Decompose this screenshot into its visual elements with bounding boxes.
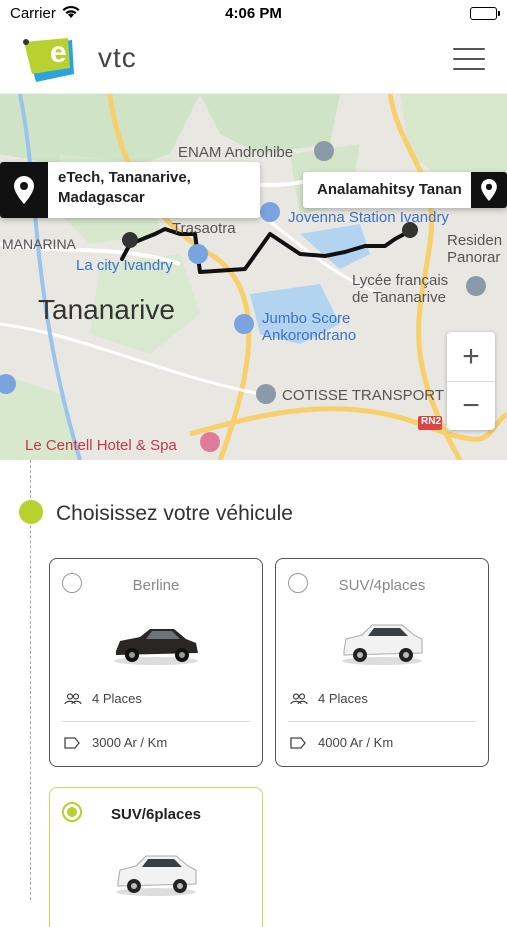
users-icon [64,692,84,705]
price-tag-icon [64,736,84,749]
vehicle-selection-section: Choisissez votre véhicule Berline 4 Plac… [0,460,507,927]
card-divider [62,721,250,722]
map-label-lycee-2: de Tananarive [352,289,446,306]
origin-marker-card[interactable]: eTech, Tananarive, Madagascar [0,162,260,218]
location-pin-icon [0,162,48,218]
vehicle-name: Berline [132,577,180,594]
price-row: 4000 Ar / Km [290,735,393,750]
vehicle-card-suv6[interactable]: SUV/6places [49,787,263,927]
location-pin-icon [471,172,507,208]
status-bar: Carrier 4:06 PM [0,0,507,30]
step-indicator-dot [19,500,43,524]
map-label-manarina: MANARINA [2,236,76,252]
zoom-in-button[interactable]: + [447,332,495,381]
suv-car-icon [116,855,197,896]
vehicle-name: SUV/6places [110,806,202,823]
origin-address-line1: eTech, Tananarive, [58,169,191,186]
card-divider [288,721,476,722]
price-tag-icon [290,736,310,749]
places-label: 4 Places [92,691,142,706]
suv-car-icon [342,624,423,665]
places-row: 4 Places [290,691,368,706]
app-header: e vtc [0,30,507,94]
route-map[interactable]: ENAM Androhibe Trasaotra Jovenna Station… [0,94,507,460]
destination-marker-card[interactable]: Analamahitsy Tanan [303,172,507,208]
places-label: 4 Places [318,691,368,706]
map-label-tananarive: Tananarive [38,294,175,325]
map-label-cotisse: COTISSE TRANSPORT [282,387,444,404]
map-label-panoramique: Panorar [447,249,501,266]
places-row: 4 Places [64,691,142,706]
logo-text: vtc [98,42,137,73]
map-label-trasaotra: Trasaotra [172,220,236,237]
map-label-jovenna: Jovenna Station Ivandry [288,209,449,226]
map-label-enam: ENAM Androhibe [178,144,294,161]
map-zoom-control: + − [447,332,495,430]
map-label-jumbo-2: Ankorondrano [262,327,357,344]
logo-letter: e [50,36,67,69]
evtc-logo[interactable]: e vtc [20,34,136,90]
users-icon [290,692,310,705]
battery-icon [470,7,500,20]
section-title: Choisissez votre véhicule [56,502,293,525]
sedan-car-icon [114,629,198,665]
vehicle-card-suv4[interactable]: SUV/4places 4 Places 4000 Ar / Km [275,558,489,767]
hamburger-menu-button[interactable] [453,48,485,72]
zoom-out-button[interactable]: − [447,381,495,430]
map-label-centell: Le Centell Hotel & Spa [25,437,177,454]
map-label-lycee-1: Lycée français [352,272,449,289]
price-label: 4000 Ar / Km [318,735,394,750]
vehicle-name: SUV/4places [338,577,426,594]
timeline-line [30,460,31,900]
clock: 4:06 PM [225,5,282,22]
map-label-lacity: La city Ivandry [76,257,173,274]
destination-address: Analamahitsy Tanan [317,181,462,198]
origin-address-line2: Madagascar [58,189,145,206]
map-label-jumbo-1: Jumbo Score [262,310,351,327]
vehicle-card-berline[interactable]: Berline 4 Places 3000 Ar / Km [49,558,263,767]
price-row: 3000 Ar / Km [64,735,167,750]
map-label-residence: Residen [447,232,503,249]
map-label-rn2: RN2 [421,416,442,427]
price-label: 3000 Ar / Km [92,735,168,750]
